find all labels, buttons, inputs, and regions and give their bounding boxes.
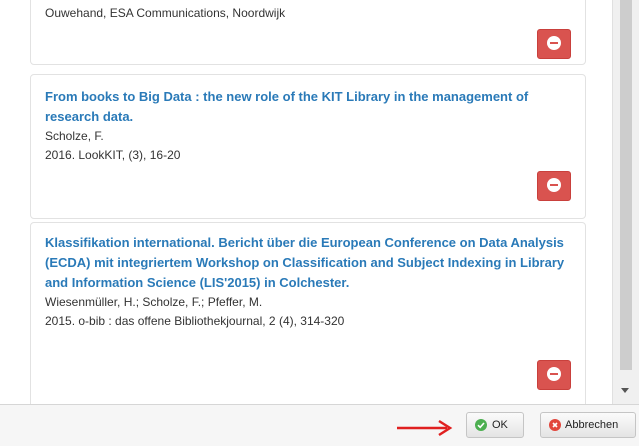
publication-dialog: Ouwehand, ESA Communications, Noordwijk … bbox=[0, 0, 639, 446]
cancel-button[interactable]: Abbrechen bbox=[540, 412, 636, 438]
delete-button[interactable] bbox=[537, 360, 571, 390]
publication-source: 2015. o-bib : das offene Bibliothekjourn… bbox=[45, 314, 345, 328]
check-circle-icon bbox=[475, 419, 487, 431]
red-arrow-icon bbox=[397, 419, 453, 437]
dialog-footer: OK Abbrechen bbox=[0, 404, 639, 446]
delete-button[interactable] bbox=[537, 29, 571, 59]
publication-authors: Scholze, F. bbox=[45, 129, 104, 143]
cancel-button-label: Abbrechen bbox=[565, 419, 619, 431]
remove-circle-icon bbox=[547, 178, 561, 192]
close-circle-icon bbox=[549, 419, 561, 431]
publication-authors: Wiesenmüller, H.; Scholze, F.; Pfeffer, … bbox=[45, 295, 263, 309]
publication-card: Klassifikation international. Bericht üb… bbox=[30, 222, 586, 404]
vertical-scrollbar[interactable] bbox=[612, 0, 639, 404]
scroll-down-arrow-icon[interactable] bbox=[621, 388, 629, 393]
publication-card: From books to Big Data : the new role of… bbox=[30, 74, 586, 219]
delete-button[interactable] bbox=[537, 171, 571, 201]
publication-authors: Ouwehand, ESA Communications, Noordwijk bbox=[45, 6, 286, 20]
remove-circle-icon bbox=[547, 367, 561, 381]
scrollbar-thumb[interactable] bbox=[620, 0, 632, 370]
publication-title-link[interactable]: From books to Big Data : the new role of… bbox=[45, 87, 571, 127]
ok-button-label: OK bbox=[492, 419, 508, 431]
ok-button[interactable]: OK bbox=[466, 412, 524, 438]
publication-list: Ouwehand, ESA Communications, Noordwijk … bbox=[18, 0, 612, 404]
remove-circle-icon bbox=[547, 36, 561, 50]
publication-card: Ouwehand, ESA Communications, Noordwijk bbox=[30, 0, 586, 65]
publication-source: 2016. LookKIT, (3), 16-20 bbox=[45, 148, 181, 162]
publication-title-link[interactable]: Klassifikation international. Bericht üb… bbox=[45, 233, 571, 293]
